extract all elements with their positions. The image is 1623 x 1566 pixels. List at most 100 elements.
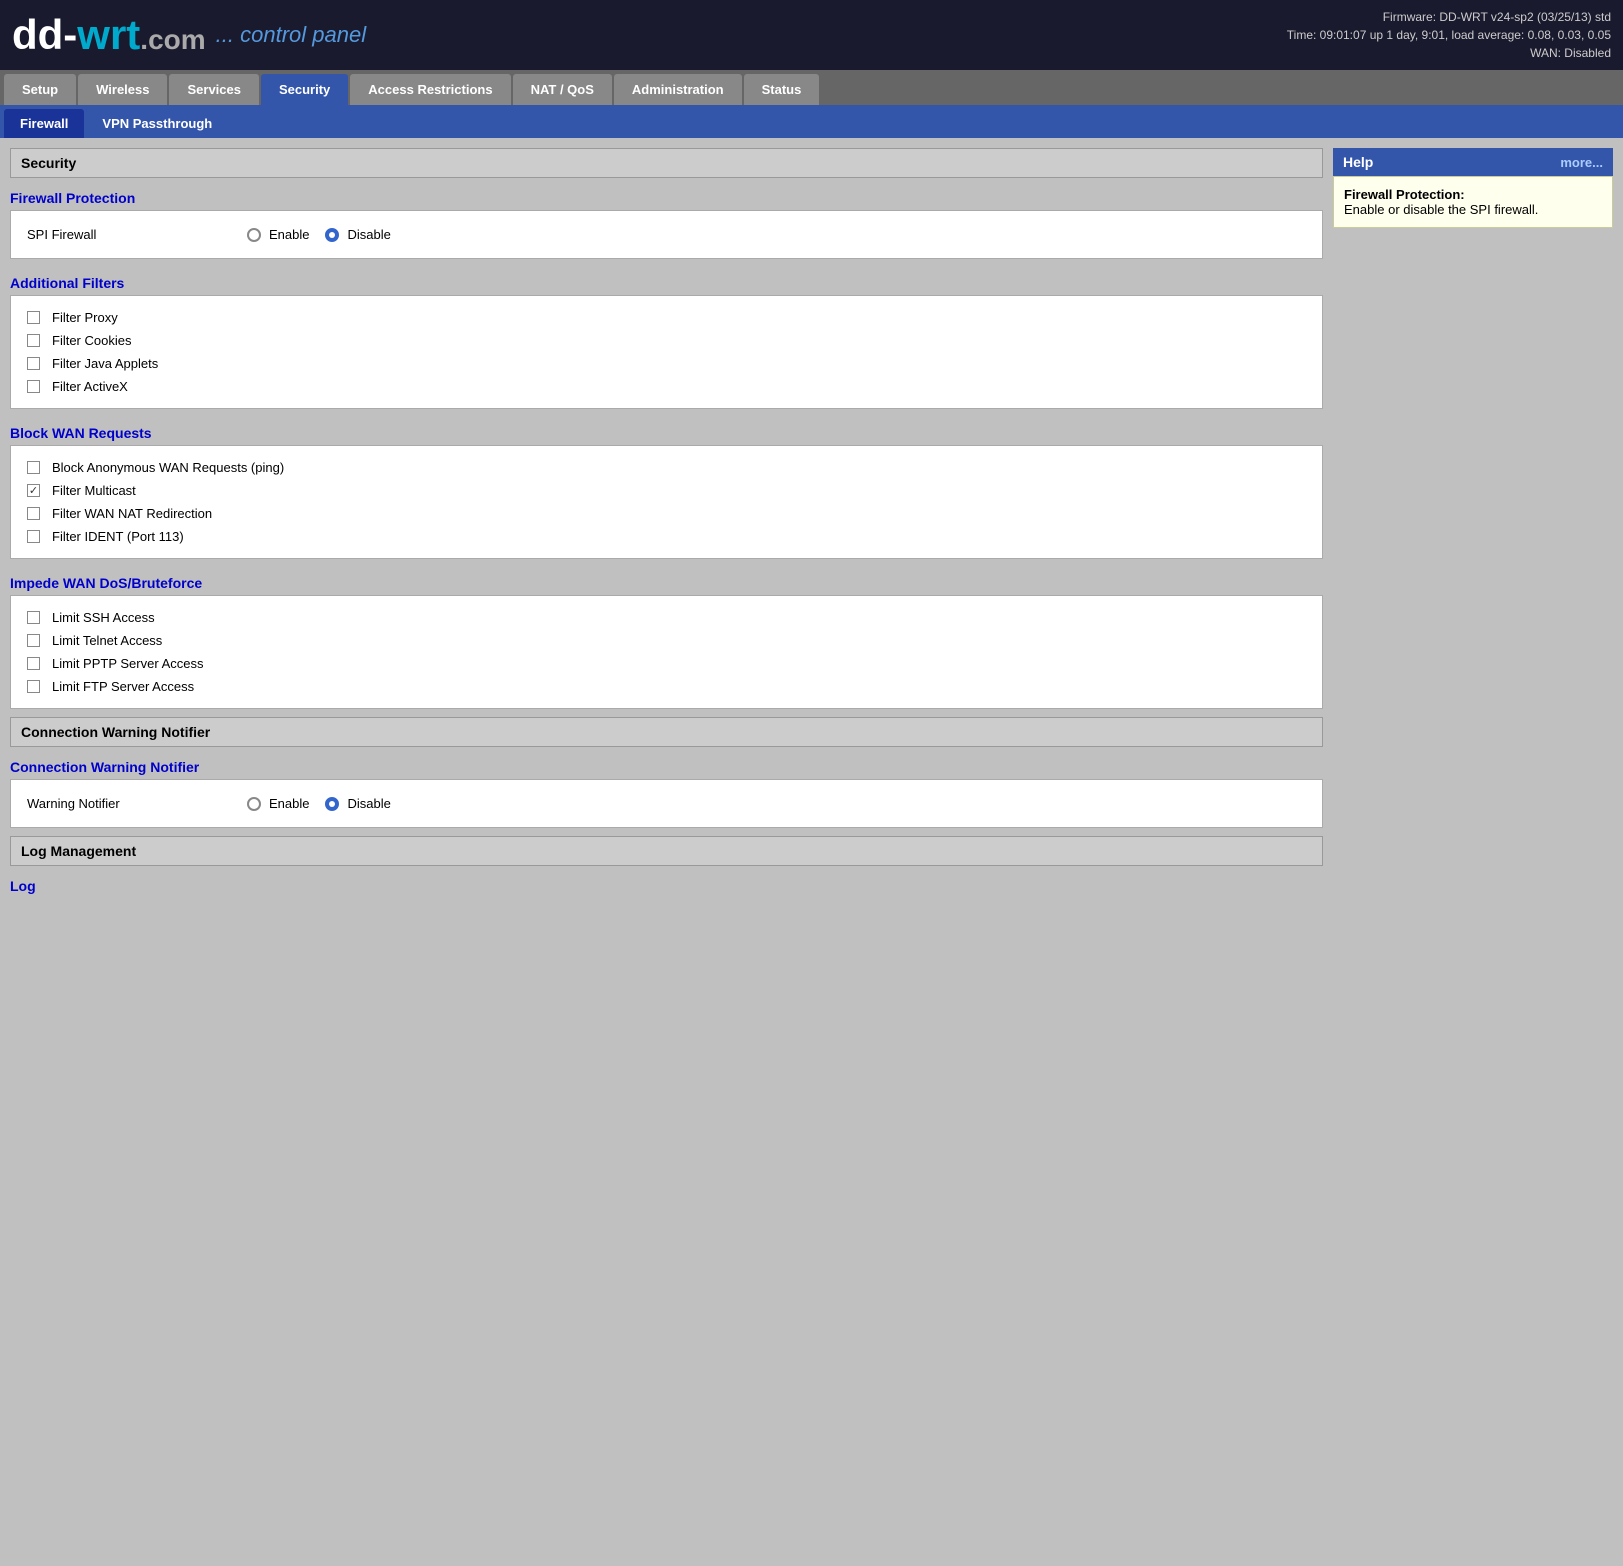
- main-content: Security Firewall Protection SPI Firewal…: [0, 138, 1623, 908]
- system-info: Firmware: DD-WRT v24-sp2 (03/25/13) std …: [1287, 8, 1611, 62]
- filter-multicast-label: Filter Multicast: [52, 483, 136, 498]
- wan-info: WAN: Disabled: [1287, 44, 1611, 62]
- tab-setup[interactable]: Setup: [4, 74, 76, 105]
- limit-ftp-checkbox[interactable]: [27, 680, 40, 693]
- block-anon-checkbox[interactable]: [27, 461, 40, 474]
- logo-area: dd-wrt.com ... control panel: [12, 11, 366, 59]
- warning-enable-radio[interactable]: [247, 797, 261, 811]
- help-more-link[interactable]: more...: [1560, 155, 1603, 170]
- security-section-header: Security: [10, 148, 1323, 178]
- connection-warning-header-label: Connection Warning Notifier: [21, 724, 210, 740]
- logo: dd-wrt.com: [12, 11, 206, 59]
- warning-disable-radio-label[interactable]: Disable: [325, 796, 390, 811]
- spi-disable-radio[interactable]: [325, 228, 339, 242]
- firewall-protection-title: Firewall Protection: [10, 182, 1323, 210]
- limit-ssh-label: Limit SSH Access: [52, 610, 155, 625]
- logo-dd: dd-: [12, 11, 77, 58]
- connection-warning-section-header: Connection Warning Notifier: [10, 717, 1323, 747]
- spi-firewall-label: SPI Firewall: [27, 227, 247, 242]
- filter-java-row: Filter Java Applets: [27, 352, 1306, 375]
- tab-status[interactable]: Status: [744, 74, 820, 105]
- tab-access-restrictions[interactable]: Access Restrictions: [350, 74, 510, 105]
- filter-cookies-row: Filter Cookies: [27, 329, 1306, 352]
- log-management-header-label: Log Management: [21, 843, 136, 859]
- time-info: Time: 09:01:07 up 1 day, 9:01, load aver…: [1287, 26, 1611, 44]
- warning-enable-text: Enable: [269, 796, 309, 811]
- filter-java-label: Filter Java Applets: [52, 356, 158, 371]
- filter-proxy-checkbox[interactable]: [27, 311, 40, 324]
- filter-proxy-row: Filter Proxy: [27, 306, 1306, 329]
- block-anon-label: Block Anonymous WAN Requests (ping): [52, 460, 284, 475]
- right-panel: Help more... Firewall Protection: Enable…: [1333, 148, 1613, 898]
- filter-cookies-label: Filter Cookies: [52, 333, 131, 348]
- additional-filters-box: Filter Proxy Filter Cookies Filter Java …: [10, 295, 1323, 409]
- spi-enable-radio-label[interactable]: Enable: [247, 227, 309, 242]
- help-content: Firewall Protection: Enable or disable t…: [1333, 176, 1613, 228]
- subtab-firewall[interactable]: Firewall: [4, 109, 84, 138]
- limit-ssh-row: Limit SSH Access: [27, 606, 1306, 629]
- help-panel: Help more... Firewall Protection: Enable…: [1333, 148, 1613, 228]
- spi-disable-text: Disable: [347, 227, 390, 242]
- spi-firewall-row: SPI Firewall Enable Disable: [27, 221, 1306, 248]
- filter-multicast-checkbox[interactable]: ✓: [27, 484, 40, 497]
- filter-wan-nat-label: Filter WAN NAT Redirection: [52, 506, 212, 521]
- limit-ftp-label: Limit FTP Server Access: [52, 679, 194, 694]
- limit-pptp-label: Limit PPTP Server Access: [52, 656, 203, 671]
- firewall-protection-box: SPI Firewall Enable Disable: [10, 210, 1323, 259]
- header: dd-wrt.com ... control panel Firmware: D…: [0, 0, 1623, 70]
- security-title: Security: [21, 155, 76, 171]
- connection-warning-title: Connection Warning Notifier: [10, 751, 1323, 779]
- limit-telnet-checkbox[interactable]: [27, 634, 40, 647]
- spi-enable-text: Enable: [269, 227, 309, 242]
- logo-com: .com: [140, 24, 205, 55]
- log-title: Log: [10, 870, 1323, 898]
- spi-firewall-radio-group: Enable Disable: [247, 227, 391, 242]
- tab-security[interactable]: Security: [261, 74, 348, 105]
- limit-telnet-row: Limit Telnet Access: [27, 629, 1306, 652]
- filter-activex-label: Filter ActiveX: [52, 379, 128, 394]
- limit-pptp-checkbox[interactable]: [27, 657, 40, 670]
- warning-notifier-radio-group: Enable Disable: [247, 796, 391, 811]
- filter-ident-row: Filter IDENT (Port 113): [27, 525, 1306, 548]
- impede-wan-title: Impede WAN DoS/Bruteforce: [10, 567, 1323, 595]
- help-content-title: Firewall Protection:: [1344, 187, 1465, 202]
- logo-wrt: wrt: [77, 11, 140, 58]
- tab-services[interactable]: Services: [169, 74, 259, 105]
- warning-disable-radio[interactable]: [325, 797, 339, 811]
- filter-activex-row: Filter ActiveX: [27, 375, 1306, 398]
- warning-notifier-row: Warning Notifier Enable Disable: [27, 790, 1306, 817]
- filter-ident-checkbox[interactable]: [27, 530, 40, 543]
- subtab-vpn-passthrough[interactable]: VPN Passthrough: [86, 109, 228, 138]
- firmware-info: Firmware: DD-WRT v24-sp2 (03/25/13) std: [1287, 8, 1611, 26]
- spi-disable-radio-label[interactable]: Disable: [325, 227, 390, 242]
- tab-wireless[interactable]: Wireless: [78, 74, 167, 105]
- tab-administration[interactable]: Administration: [614, 74, 742, 105]
- help-content-body: Enable or disable the SPI firewall.: [1344, 202, 1538, 217]
- help-header: Help more...: [1333, 148, 1613, 176]
- filter-cookies-checkbox[interactable]: [27, 334, 40, 347]
- help-title: Help: [1343, 154, 1373, 170]
- block-wan-title: Block WAN Requests: [10, 417, 1323, 445]
- block-anon-row: Block Anonymous WAN Requests (ping): [27, 456, 1306, 479]
- warning-enable-radio-label[interactable]: Enable: [247, 796, 309, 811]
- limit-telnet-label: Limit Telnet Access: [52, 633, 162, 648]
- limit-pptp-row: Limit PPTP Server Access: [27, 652, 1306, 675]
- spi-enable-radio[interactable]: [247, 228, 261, 242]
- filter-ident-label: Filter IDENT (Port 113): [52, 529, 184, 544]
- limit-ssh-checkbox[interactable]: [27, 611, 40, 624]
- warning-disable-text: Disable: [347, 796, 390, 811]
- block-wan-box: Block Anonymous WAN Requests (ping) ✓ Fi…: [10, 445, 1323, 559]
- filter-wan-nat-checkbox[interactable]: [27, 507, 40, 520]
- log-management-section-header: Log Management: [10, 836, 1323, 866]
- filter-proxy-label: Filter Proxy: [52, 310, 118, 325]
- left-panel: Security Firewall Protection SPI Firewal…: [10, 148, 1323, 898]
- nav-tabs: Setup Wireless Services Security Access …: [0, 70, 1623, 105]
- additional-filters-title: Additional Filters: [10, 267, 1323, 295]
- impede-wan-box: Limit SSH Access Limit Telnet Access Lim…: [10, 595, 1323, 709]
- filter-java-checkbox[interactable]: [27, 357, 40, 370]
- tab-nat-qos[interactable]: NAT / QoS: [513, 74, 612, 105]
- sub-tabs: Firewall VPN Passthrough: [0, 105, 1623, 138]
- filter-activex-checkbox[interactable]: [27, 380, 40, 393]
- control-panel-label: ... control panel: [216, 22, 366, 48]
- connection-warning-box: Warning Notifier Enable Disable: [10, 779, 1323, 828]
